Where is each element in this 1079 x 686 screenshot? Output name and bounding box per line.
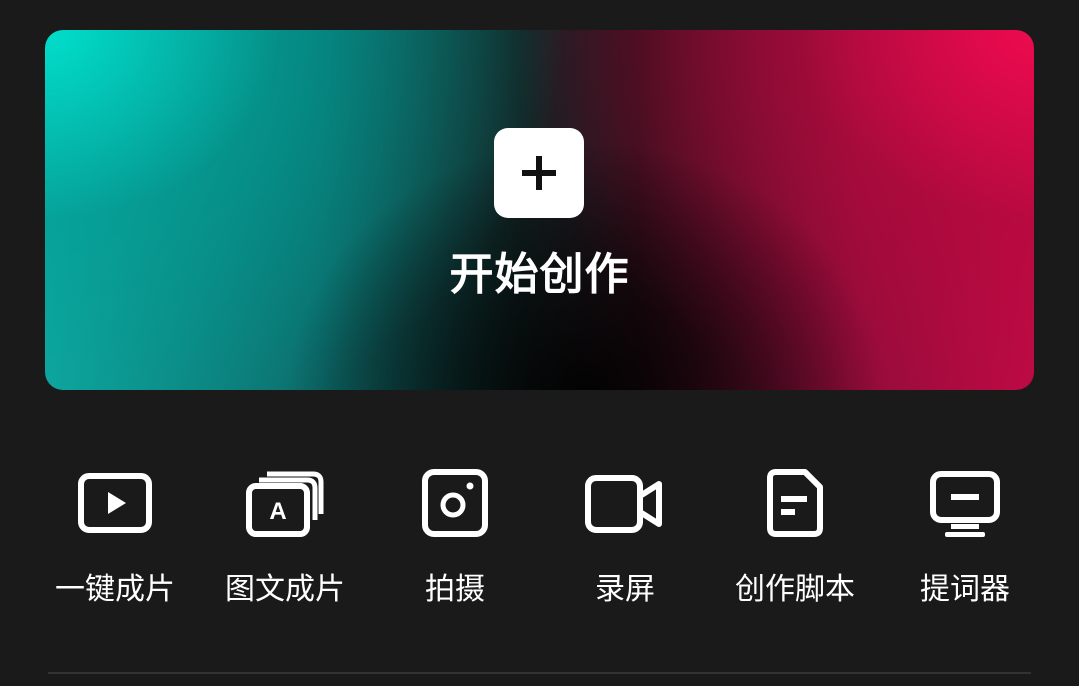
tool-label: 提词器 bbox=[920, 572, 1010, 607]
tool-label: 一键成片 bbox=[55, 572, 175, 607]
divider bbox=[48, 672, 1031, 674]
tool-text-to-video[interactable]: A 图文成片 bbox=[200, 466, 370, 607]
text-to-video-icon: A bbox=[246, 471, 324, 537]
create-page: 开始创作 一键成片 A 图文成片 拍摄 录屏 创作脚本 提词器 bbox=[0, 0, 1079, 686]
tool-label: 创作脚本 bbox=[735, 572, 855, 607]
teleprompter-icon bbox=[930, 471, 1000, 537]
tool-one-click-video[interactable]: 一键成片 bbox=[30, 466, 200, 607]
script-document-icon bbox=[767, 469, 823, 537]
tool-teleprompter[interactable]: 提词器 bbox=[880, 466, 1050, 607]
camera-icon bbox=[422, 469, 488, 537]
tool-label: 图文成片 bbox=[225, 572, 345, 607]
tool-creation-script[interactable]: 创作脚本 bbox=[710, 466, 880, 607]
quick-tools-row: 一键成片 A 图文成片 拍摄 录屏 创作脚本 提词器 bbox=[30, 466, 1050, 616]
tool-screen-record[interactable]: 录屏 bbox=[540, 466, 710, 607]
play-video-icon bbox=[78, 473, 152, 533]
tool-label: 拍摄 bbox=[425, 572, 485, 607]
start-creation-label: 开始创作 bbox=[449, 249, 630, 300]
start-creation-button[interactable]: 开始创作 bbox=[45, 30, 1034, 390]
svg-text:A: A bbox=[269, 498, 286, 525]
tool-label: 录屏 bbox=[595, 572, 655, 607]
video-camera-icon bbox=[585, 475, 662, 533]
tool-shoot[interactable]: 拍摄 bbox=[370, 466, 540, 607]
plus-icon bbox=[494, 128, 584, 218]
